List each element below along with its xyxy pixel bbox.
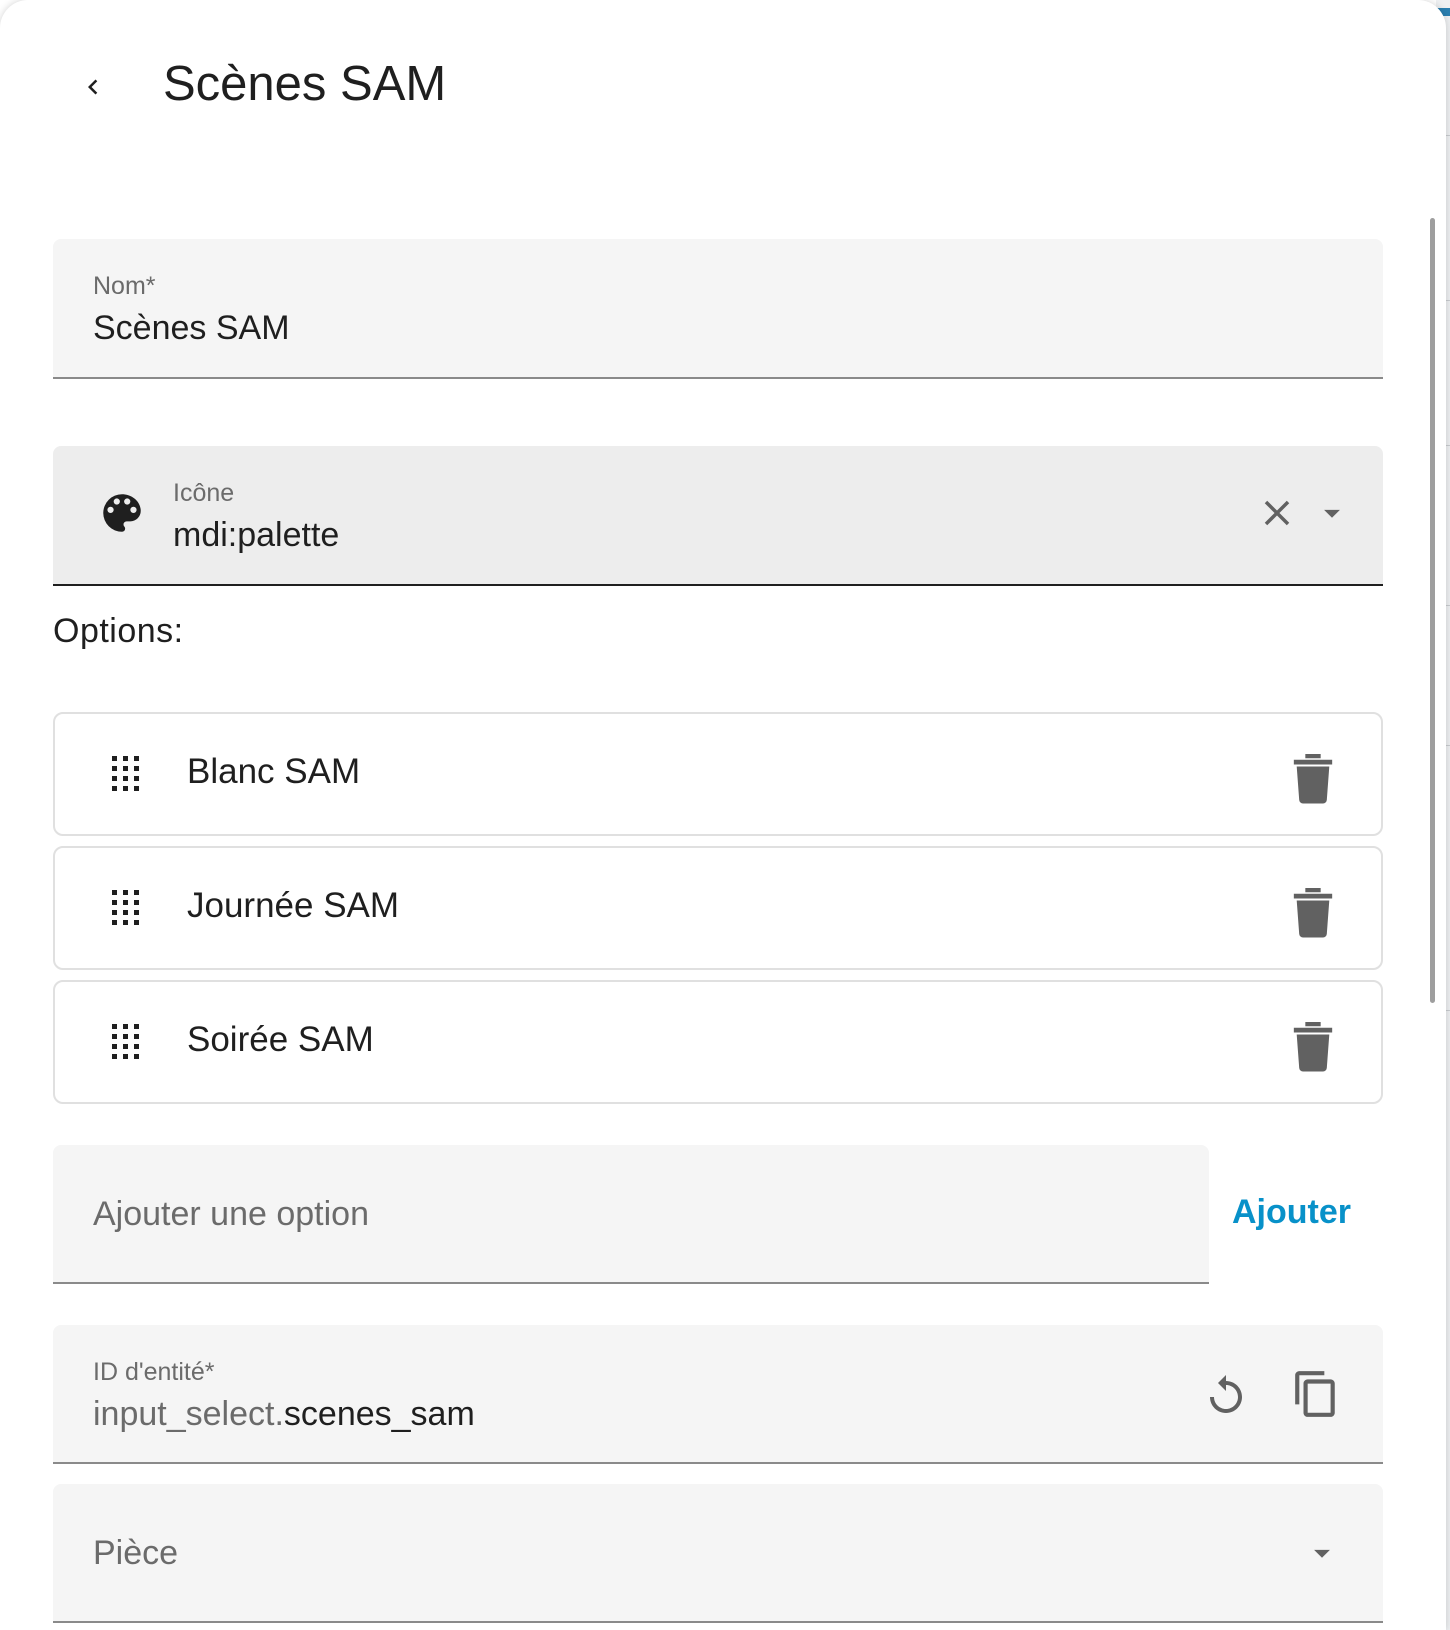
entity-id-value[interactable]: input_select.scenes_sam	[93, 1395, 475, 1434]
entity-id-label: ID d'entité*	[93, 1358, 215, 1386]
option-label: Blanc SAM	[187, 752, 361, 791]
trash-icon[interactable]	[1290, 884, 1336, 938]
icon-picker-value[interactable]: mdi:palette	[173, 516, 339, 555]
entity-id-prefix: input_select.	[93, 1395, 284, 1433]
option-row: Journée SAM	[53, 846, 1383, 970]
palette-icon	[103, 494, 141, 532]
option-row: Blanc SAM	[53, 712, 1383, 836]
icon-picker-field[interactable]: Icône mdi:palette	[53, 446, 1383, 586]
chevron-left-icon	[88, 79, 98, 95]
area-select-placeholder: Pièce	[93, 1534, 179, 1572]
options-heading: Options:	[53, 612, 184, 650]
clear-icon[interactable]	[1256, 492, 1298, 534]
copy-icon[interactable]	[1291, 1369, 1341, 1419]
option-row: Soirée SAM	[53, 980, 1383, 1104]
add-option-placeholder: Ajouter une option	[93, 1195, 369, 1233]
regenerate-icon[interactable]	[1202, 1371, 1250, 1419]
name-field-label: Nom*	[93, 272, 156, 300]
entity-settings-dialog: Scènes SAM Nom* Scènes SAM Icône mdi:pal…	[0, 0, 1446, 1630]
area-select[interactable]: Pièce	[53, 1484, 1383, 1623]
entity-id-field[interactable]: ID d'entité* input_select.scenes_sam	[53, 1325, 1383, 1464]
option-label: Journée SAM	[187, 886, 400, 925]
entity-id-object-id[interactable]: scenes_sam	[284, 1395, 475, 1433]
drag-handle-icon[interactable]	[111, 754, 141, 794]
dropdown-arrow-icon[interactable]	[1303, 1534, 1341, 1572]
dialog-scrollbar[interactable]	[1430, 218, 1435, 1003]
trash-icon[interactable]	[1290, 1018, 1336, 1072]
add-option-button[interactable]: Ajouter	[1232, 1193, 1351, 1232]
drag-handle-icon[interactable]	[111, 888, 141, 928]
name-field[interactable]: Nom* Scènes SAM	[53, 239, 1383, 379]
add-option-input[interactable]: Ajouter une option	[53, 1145, 1209, 1284]
page-title: Scènes SAM	[163, 57, 447, 111]
dropdown-arrow-icon[interactable]	[1313, 494, 1351, 532]
drag-handle-icon[interactable]	[111, 1022, 141, 1062]
option-label: Soirée SAM	[187, 1020, 374, 1059]
name-field-value[interactable]: Scènes SAM	[93, 309, 290, 348]
icon-picker-label: Icône	[173, 479, 235, 507]
back-button[interactable]	[68, 62, 118, 112]
trash-icon[interactable]	[1290, 750, 1336, 804]
